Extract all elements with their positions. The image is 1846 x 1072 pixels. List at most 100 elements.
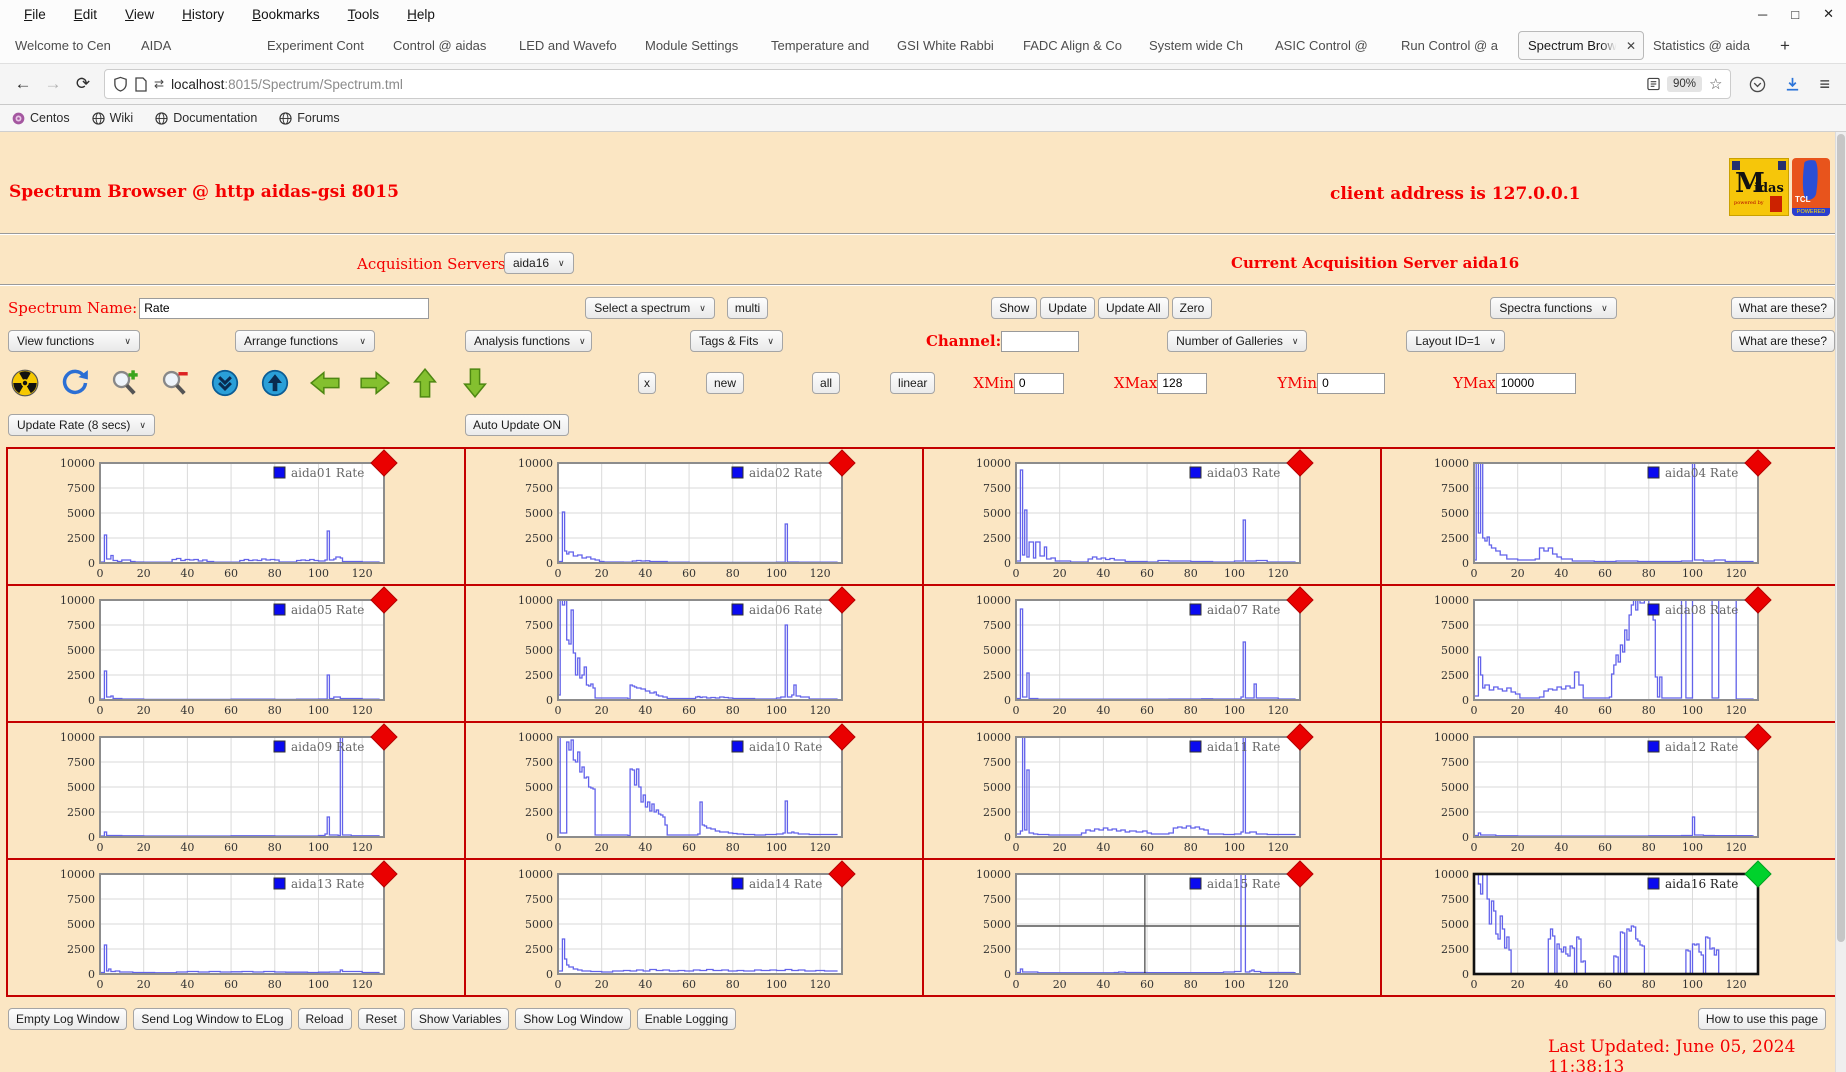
spectrum-chart-aida11[interactable]: 0 2500 5000 7500 10000 0 20 40 60 80 100 120 aida11 … (924, 724, 1376, 856)
spectrum-chart-aida10[interactable]: 0 2500 5000 7500 10000 0 20 40 60 80 100 120 aida10 … (466, 724, 918, 856)
gallery-cell-aida03[interactable]: 0 2500 5000 7500 10000 0 20 40 60 80 100 120 aida03 … (922, 447, 1382, 586)
move-up-icon[interactable] (410, 368, 440, 398)
tab-close-icon[interactable]: ✕ (1623, 38, 1636, 53)
xmin-input[interactable] (1013, 372, 1064, 394)
update-button[interactable]: Update (1040, 297, 1095, 319)
analysis-functions-select[interactable]: Analysis functions ∨ (465, 330, 592, 352)
menu-bookmarks[interactable]: Bookmarks (252, 7, 320, 22)
zoom-out-icon[interactable] (160, 368, 190, 398)
acquisition-server-select[interactable]: aida16 ∨ (504, 252, 574, 274)
tab-control-aidas[interactable]: Control @ aidas (384, 31, 510, 60)
spectrum-chart-aida06[interactable]: 0 2500 5000 7500 10000 0 20 40 60 80 100 120 aida06 … (466, 587, 918, 719)
spectrum-chart-aida04[interactable]: 0 2500 5000 7500 10000 0 20 40 60 80 100 120 aida04 … (1382, 450, 1834, 582)
what-are-these-button[interactable]: What are these? (1730, 330, 1835, 352)
shield-icon[interactable] (113, 76, 128, 92)
menu-help[interactable]: Help (407, 7, 435, 22)
tab-asic-control[interactable]: ASIC Control @ (1266, 31, 1392, 60)
spectrum-chart-aida02[interactable]: 0 2500 5000 7500 10000 0 20 40 60 80 100 120 aida02 … (466, 450, 918, 582)
reload-button[interactable]: Reload (297, 1008, 352, 1030)
bookmark-documentation[interactable]: Documentation (155, 111, 257, 125)
menu-history[interactable]: History (182, 7, 224, 22)
new-tab-button[interactable]: + (1780, 36, 1790, 56)
bookmark-wiki[interactable]: Wiki (91, 111, 133, 125)
menu-tools[interactable]: Tools (348, 7, 380, 22)
gallery-cell-aida02[interactable]: 0 2500 5000 7500 10000 0 20 40 60 80 100 120 aida02 … (464, 447, 924, 586)
gallery-cell-aida04[interactable]: 0 2500 5000 7500 10000 0 20 40 60 80 100 120 aida04 … (1380, 447, 1840, 586)
update-rate-select[interactable]: Update Rate (8 secs) ∨ (8, 414, 155, 436)
show-button[interactable]: Show (991, 297, 1038, 319)
gallery-cell-aida13[interactable]: 0 2500 5000 7500 10000 0 20 40 60 80 100 120 aida13 … (6, 858, 466, 997)
tab-module-settings[interactable]: Module Settings (636, 31, 762, 60)
pocket-icon[interactable] (1749, 76, 1766, 93)
tab-led-and-wavefo[interactable]: LED and Wavefo (510, 31, 636, 60)
gallery-cell-aida07[interactable]: 0 2500 5000 7500 10000 0 20 40 60 80 100 120 aida07 … (922, 584, 1382, 723)
arrange-functions-select[interactable]: Arrange functions ∨ (235, 330, 375, 352)
send-log-window-to-elog-button[interactable]: Send Log Window to ELog (133, 1008, 292, 1030)
spectrum-chart-aida05[interactable]: 0 2500 5000 7500 10000 0 20 40 60 80 100 120 aida05 … (8, 587, 460, 719)
back-button[interactable]: ← (8, 74, 38, 94)
enable-logging-button[interactable]: Enable Logging (636, 1008, 737, 1030)
x-button[interactable]: x (638, 372, 656, 394)
ymin-input[interactable] (1317, 372, 1386, 394)
minimize-button[interactable]: ─ (1758, 7, 1767, 22)
galleries-select[interactable]: Number of Galleries ∨ (1167, 330, 1308, 352)
spectrum-name-input[interactable] (139, 297, 430, 319)
spectrum-chart-aida12[interactable]: 0 2500 5000 7500 10000 0 20 40 60 80 100 120 aida12 … (1382, 724, 1834, 856)
linear-button[interactable]: linear (890, 372, 936, 394)
update-all-button[interactable]: Update All (1097, 297, 1169, 319)
menu-hamburger-icon[interactable]: ≡ (1819, 74, 1830, 95)
tags-fits-select[interactable]: Tags & Fits ∨ (690, 330, 783, 352)
gallery-cell-aida16[interactable]: 0 2500 5000 7500 10000 0 20 40 60 80 100 120 aida16 … (1380, 858, 1840, 997)
forward-button[interactable]: → (38, 74, 68, 94)
select-spectrum-select[interactable]: Select a spectrum ∨ (585, 297, 715, 319)
gallery-cell-aida10[interactable]: 0 2500 5000 7500 10000 0 20 40 60 80 100 120 aida10 … (464, 721, 924, 860)
close-button[interactable]: ✕ (1823, 6, 1834, 22)
spectrum-chart-aida16[interactable]: 0 2500 5000 7500 10000 0 20 40 60 80 100 120 aida16 … (1382, 861, 1834, 993)
gallery-cell-aida12[interactable]: 0 2500 5000 7500 10000 0 20 40 60 80 100 120 aida12 … (1380, 721, 1840, 860)
menu-view[interactable]: View (125, 7, 154, 22)
move-right-icon[interactable] (360, 368, 390, 398)
url-bar[interactable]: ⇄ localhost:8015/Spectrum/Spectrum.tml 9… (104, 69, 1732, 99)
spectrum-chart-aida08[interactable]: 0 2500 5000 7500 10000 0 20 40 60 80 100 120 aida08 … (1382, 587, 1834, 719)
gallery-cell-aida15[interactable]: 0 2500 5000 7500 10000 0 20 40 60 80 100 120 aida15 … (922, 858, 1382, 997)
layout-select[interactable]: Layout ID=1 ∨ (1406, 330, 1506, 352)
reset-button[interactable]: Reset (357, 1008, 405, 1030)
multi-button[interactable]: multi (726, 297, 769, 319)
tab-statistics-aida[interactable]: Statistics @ aida (1644, 31, 1770, 60)
zoom-in-icon[interactable] (110, 368, 140, 398)
xmax-input[interactable] (1157, 372, 1208, 394)
view-functions-select[interactable]: View functions ∨ (8, 330, 140, 352)
gallery-cell-aida05[interactable]: 0 2500 5000 7500 10000 0 20 40 60 80 100 120 aida05 … (6, 584, 466, 723)
spectrum-chart-aida13[interactable]: 0 2500 5000 7500 10000 0 20 40 60 80 100 120 aida13 … (8, 861, 460, 993)
gallery-cell-aida11[interactable]: 0 2500 5000 7500 10000 0 20 40 60 80 100 120 aida11 … (922, 721, 1382, 860)
zero-button[interactable]: Zero (1171, 297, 1213, 319)
empty-log-window-button[interactable]: Empty Log Window (8, 1008, 128, 1030)
gallery-cell-aida01[interactable]: 0 2500 5000 7500 10000 0 20 40 60 80 100 120 aida01 … (6, 447, 466, 586)
tab-fadc-align-co[interactable]: FADC Align & Co (1014, 31, 1140, 60)
how-to-use-button[interactable]: How to use this page (1697, 1008, 1826, 1030)
gallery-cell-aida08[interactable]: 0 2500 5000 7500 10000 0 20 40 60 80 100 120 aida08 … (1380, 584, 1840, 723)
spectrum-chart-aida01[interactable]: 0 2500 5000 7500 10000 0 20 40 60 80 100 120 aida01 … (8, 450, 460, 582)
page-down-icon[interactable] (210, 368, 240, 398)
gallery-cell-aida14[interactable]: 0 2500 5000 7500 10000 0 20 40 60 80 100 120 aida14 … (464, 858, 924, 997)
reload-button[interactable]: ⟳ (68, 74, 98, 94)
show-log-window-button[interactable]: Show Log Window (515, 1008, 631, 1030)
ymax-input[interactable] (1495, 372, 1576, 394)
auto-update-button[interactable]: Auto Update ON (464, 414, 570, 436)
tab-temperature-and[interactable]: Temperature and (762, 31, 888, 60)
move-left-icon[interactable] (310, 368, 340, 398)
spectrum-chart-aida09[interactable]: 0 2500 5000 7500 10000 0 20 40 60 80 100 120 aida09 … (8, 724, 460, 856)
tab-run-control-a[interactable]: Run Control @ a (1392, 31, 1518, 60)
bookmark-star-icon[interactable]: ☆ (1709, 75, 1722, 93)
gallery-cell-aida06[interactable]: 0 2500 5000 7500 10000 0 20 40 60 80 100 120 aida06 … (464, 584, 924, 723)
tab-gsi-white-rabbi[interactable]: GSI White Rabbi (888, 31, 1014, 60)
spectrum-chart-aida14[interactable]: 0 2500 5000 7500 10000 0 20 40 60 80 100 120 aida14 … (466, 861, 918, 993)
maximize-button[interactable]: □ (1791, 7, 1799, 22)
reader-mode-icon[interactable] (1647, 77, 1660, 91)
page-info-icon[interactable] (135, 76, 147, 92)
download-icon[interactable] (1784, 76, 1801, 93)
spectrum-chart-aida03[interactable]: 0 2500 5000 7500 10000 0 20 40 60 80 100 120 aida03 … (924, 450, 1376, 582)
what-are-these-button[interactable]: What are these? (1730, 297, 1835, 319)
tab-system-wide-ch[interactable]: System wide Ch (1140, 31, 1266, 60)
page-scrollbar[interactable] (1835, 132, 1846, 1072)
